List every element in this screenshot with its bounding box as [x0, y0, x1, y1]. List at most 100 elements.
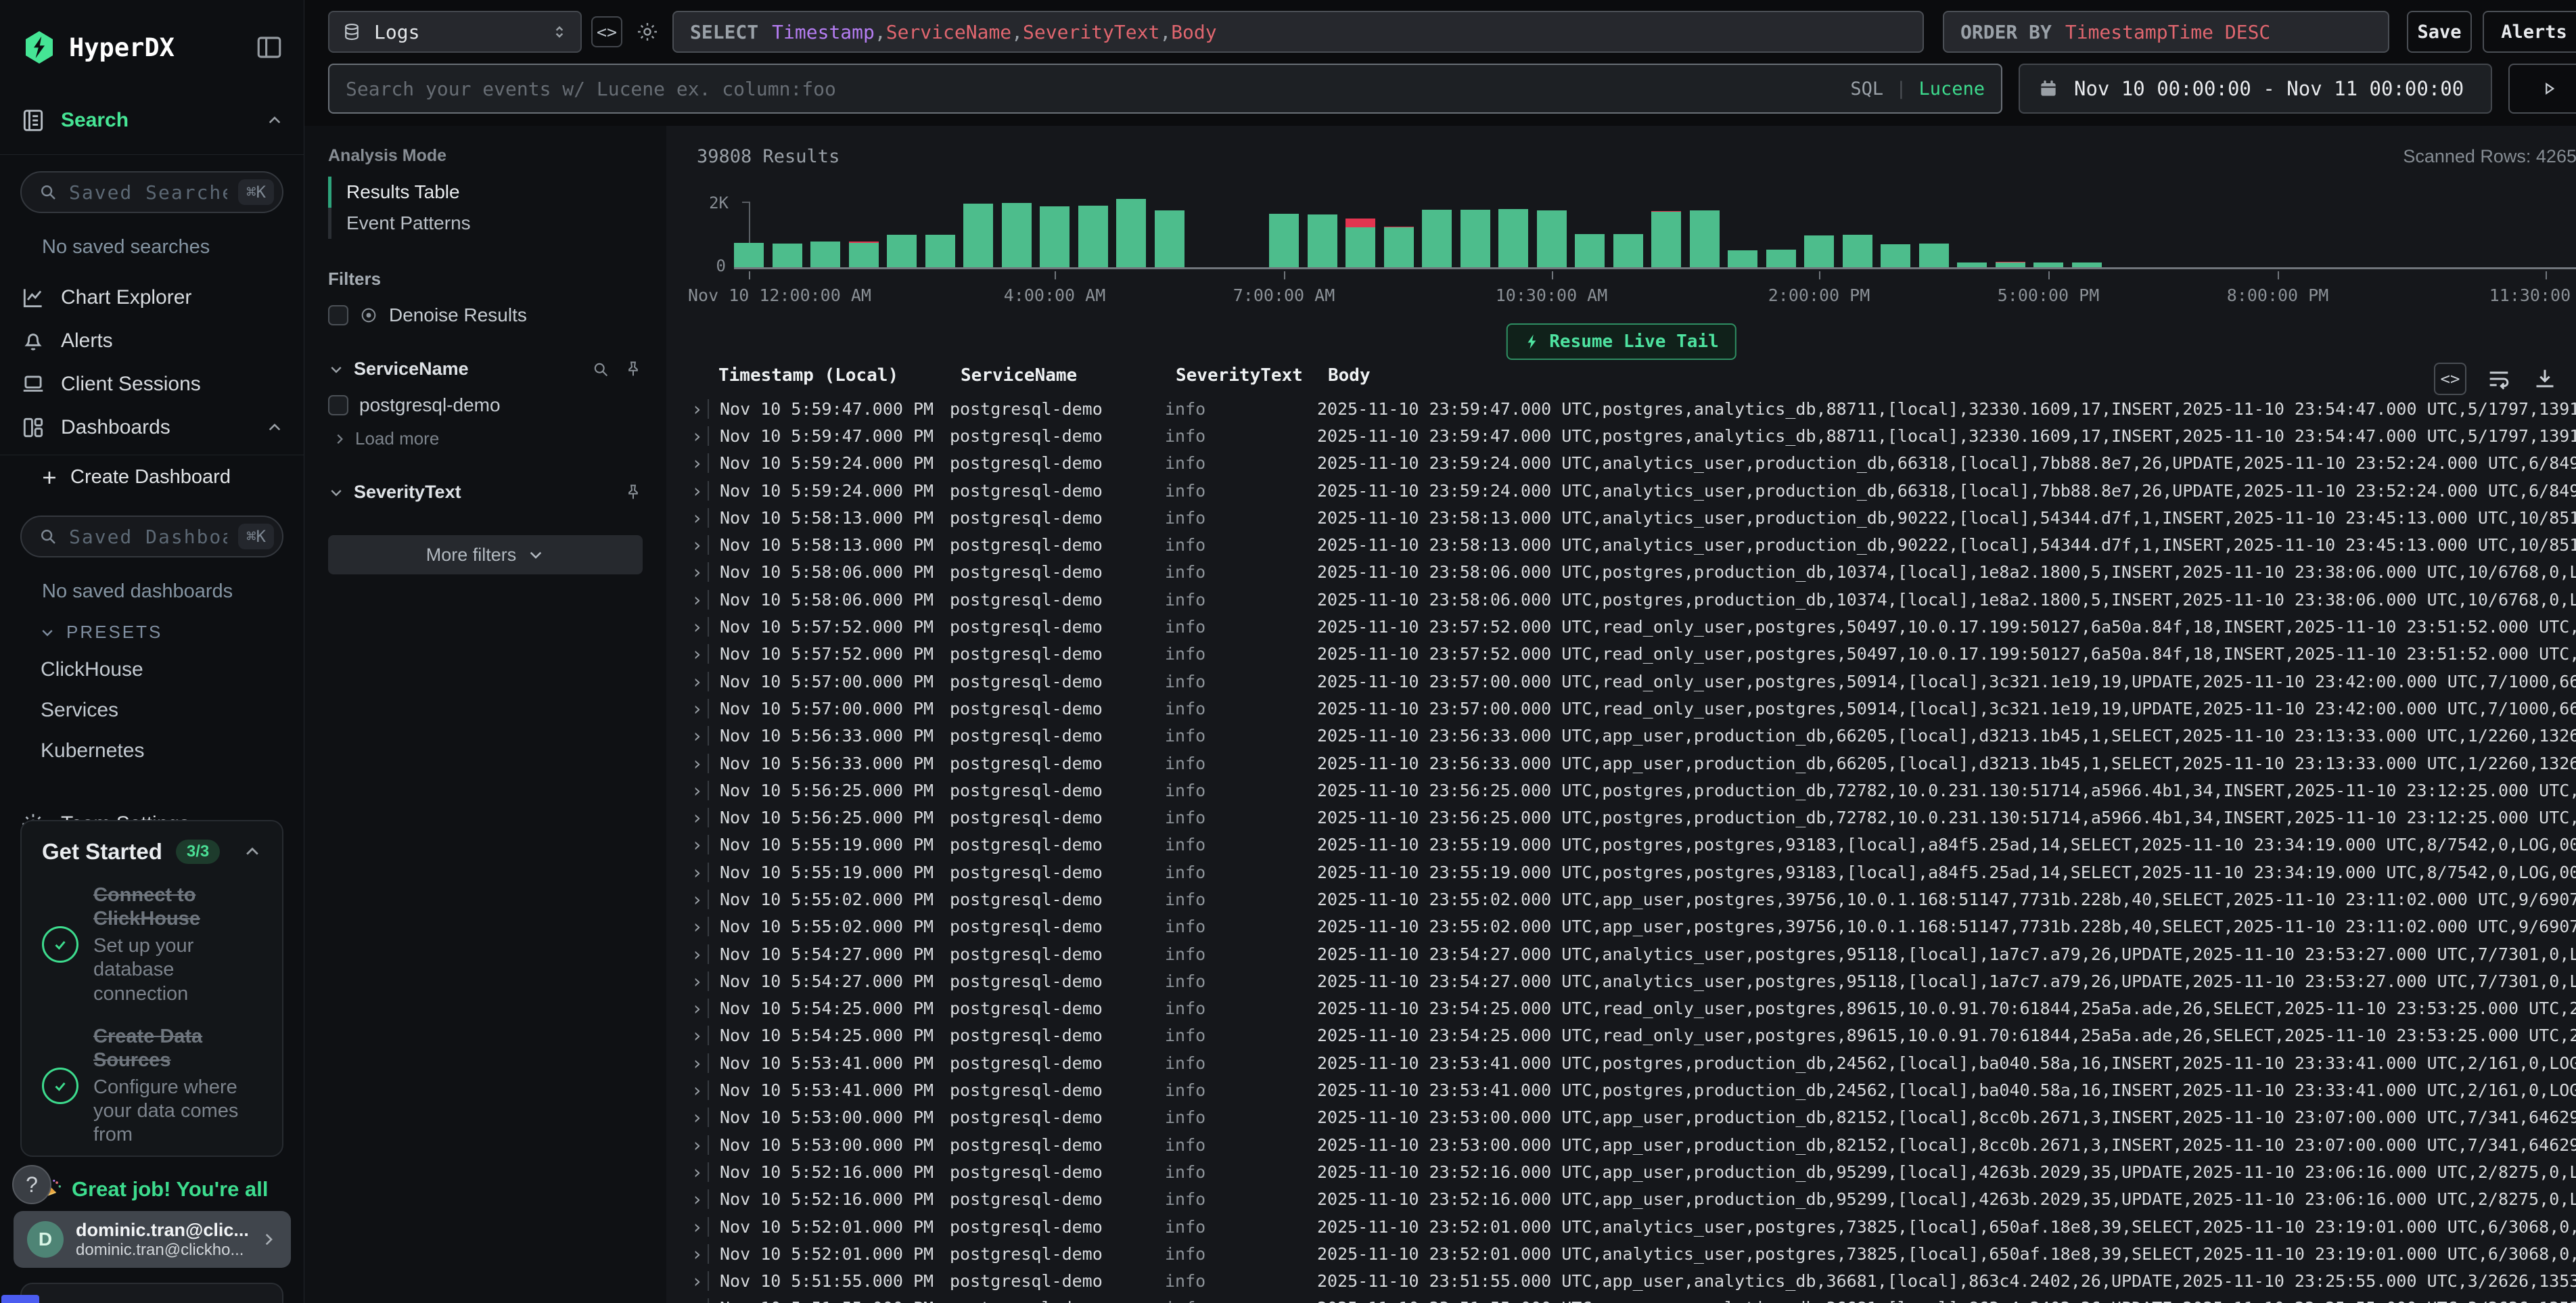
chart-bar[interactable] — [2033, 262, 2063, 267]
expand-row-chevron-icon[interactable]: › — [691, 1297, 708, 1303]
preset-item[interactable]: ClickHouse — [0, 649, 304, 690]
expand-row-chevron-icon[interactable]: › — [691, 452, 708, 474]
chart-bar[interactable] — [1040, 206, 1070, 267]
table-row[interactable]: ›Nov 10 5:57:52.000 PMpostgresql-demoinf… — [666, 641, 2576, 668]
chart-bar[interactable] — [1766, 250, 1796, 267]
saved-searches-input[interactable]: Saved Searches ⌘K — [20, 171, 283, 213]
chart-bar[interactable] — [1919, 244, 1949, 267]
expand-row-chevron-icon[interactable]: › — [691, 970, 708, 992]
table-row[interactable]: ›Nov 10 5:55:19.000 PMpostgresql-demoinf… — [666, 859, 2576, 886]
source-selector[interactable]: Logs — [328, 11, 582, 53]
chart-bar[interactable] — [1422, 210, 1452, 267]
date-range-picker[interactable]: Nov 10 00:00:00 - Nov 11 00:00:00 — [2019, 64, 2492, 114]
chart-bar[interactable] — [1881, 244, 1910, 267]
expand-row-chevron-icon[interactable]: › — [691, 997, 708, 1020]
expand-row-chevron-icon[interactable]: › — [691, 561, 708, 583]
table-row[interactable]: ›Nov 10 5:55:02.000 PMpostgresql-demoinf… — [666, 886, 2576, 913]
filter-group-servicename[interactable]: ServiceName — [328, 359, 643, 380]
expand-row-chevron-icon[interactable]: › — [691, 725, 708, 747]
table-row[interactable]: ›Nov 10 5:55:02.000 PMpostgresql-demoinf… — [666, 913, 2576, 940]
expand-row-chevron-icon[interactable]: › — [691, 752, 708, 775]
resume-live-tail-button[interactable]: Resume Live Tail — [1506, 323, 1736, 360]
sql-mode-toggle-button[interactable]: <> — [591, 16, 622, 47]
preset-item[interactable]: Services — [0, 690, 304, 731]
expand-row-chevron-icon[interactable]: › — [691, 398, 708, 420]
column-header-servicename[interactable]: ServiceName — [950, 365, 1165, 386]
table-row[interactable]: ›Nov 10 5:52:01.000 PMpostgresql-demoinf… — [666, 1240, 2576, 1267]
chart-bar[interactable] — [1996, 262, 2025, 267]
chart-bar[interactable] — [1308, 214, 1337, 267]
create-dashboard-button[interactable]: Create Dashboard — [0, 455, 304, 499]
chart-bar[interactable] — [1804, 235, 1834, 267]
filter-group-severitytext[interactable]: SeverityText — [328, 482, 643, 503]
expand-row-chevron-icon[interactable]: › — [691, 1270, 708, 1292]
table-row[interactable]: ›Nov 10 5:59:24.000 PMpostgresql-demoinf… — [666, 477, 2576, 504]
chart-bar[interactable] — [1728, 250, 1757, 267]
table-row[interactable]: ›Nov 10 5:53:00.000 PMpostgresql-demoinf… — [666, 1104, 2576, 1131]
expand-row-chevron-icon[interactable]: › — [691, 833, 708, 856]
expand-row-chevron-icon[interactable]: › — [691, 589, 708, 611]
get-started-step[interactable]: Create Data SourcesConfigure where your … — [42, 1025, 262, 1147]
table-row[interactable]: ›Nov 10 5:58:13.000 PMpostgresql-demoinf… — [666, 504, 2576, 531]
select-query-input[interactable]: SELECTTimestamp,ServiceName,SeverityText… — [672, 11, 1924, 53]
table-row[interactable]: ›Nov 10 5:58:06.000 PMpostgresql-demoinf… — [666, 559, 2576, 586]
alerts-button[interactable]: Alerts — [2483, 11, 2576, 53]
table-row[interactable]: ›Nov 10 5:54:27.000 PMpostgresql-demoinf… — [666, 940, 2576, 967]
expand-row-chevron-icon[interactable]: › — [691, 698, 708, 720]
table-row[interactable]: ›Nov 10 5:56:25.000 PMpostgresql-demoinf… — [666, 777, 2576, 804]
chart-bar[interactable] — [1575, 234, 1605, 267]
analysis-mode-option[interactable]: Results Table — [328, 177, 643, 208]
expand-row-chevron-icon[interactable]: › — [691, 1024, 708, 1047]
order-by-input[interactable]: ORDER BY TimestampTime DESC — [1943, 11, 2389, 53]
table-row[interactable]: ›Nov 10 5:52:01.000 PMpostgresql-demoinf… — [666, 1213, 2576, 1240]
query-settings-gear-icon[interactable] — [632, 16, 663, 47]
expand-row-chevron-icon[interactable]: › — [691, 534, 708, 556]
chart-bar[interactable] — [1537, 210, 1567, 267]
expand-row-chevron-icon[interactable]: › — [691, 1216, 708, 1238]
table-row[interactable]: ›Nov 10 5:51:55.000 PMpostgresql-demoinf… — [666, 1268, 2576, 1295]
wrap-lines-icon[interactable] — [2485, 365, 2512, 392]
help-button[interactable]: ? — [12, 1165, 51, 1204]
table-row[interactable]: ›Nov 10 5:56:33.000 PMpostgresql-demoinf… — [666, 750, 2576, 777]
expand-row-chevron-icon[interactable]: › — [691, 779, 708, 802]
load-more-button[interactable]: Load more — [332, 428, 643, 449]
chart-bar[interactable] — [734, 243, 764, 267]
sidebar-item-search[interactable]: Search — [0, 99, 304, 142]
collapse-sidebar-icon[interactable] — [255, 33, 283, 62]
table-row[interactable]: ›Nov 10 5:56:33.000 PMpostgresql-demoinf… — [666, 723, 2576, 750]
expand-row-chevron-icon[interactable]: › — [691, 1188, 708, 1210]
expand-row-chevron-icon[interactable]: › — [691, 670, 708, 693]
expand-row-chevron-icon[interactable]: › — [691, 806, 708, 829]
expand-row-chevron-icon[interactable]: › — [691, 1106, 708, 1128]
chart-plot[interactable]: 2K 0 — [734, 191, 2576, 269]
chart-bar[interactable] — [925, 235, 955, 267]
table-row[interactable]: ›Nov 10 5:58:06.000 PMpostgresql-demoinf… — [666, 586, 2576, 613]
get-started-header[interactable]: Get Started 3/3 — [42, 839, 262, 865]
chart-bar[interactable] — [1651, 211, 1681, 267]
chart-bar[interactable] — [1078, 206, 1108, 267]
chart-bar[interactable] — [1460, 210, 1490, 267]
pin-icon[interactable] — [624, 360, 643, 379]
sidebar-item-client-sessions[interactable]: Client Sessions — [0, 363, 304, 406]
table-row[interactable]: ›Nov 10 5:52:16.000 PMpostgresql-demoinf… — [666, 1158, 2576, 1185]
chart-bar[interactable] — [773, 244, 802, 267]
table-row[interactable]: ›Nov 10 5:57:00.000 PMpostgresql-demoinf… — [666, 695, 2576, 722]
expand-row-chevron-icon[interactable]: › — [691, 480, 708, 502]
expand-row-chevron-icon[interactable]: › — [691, 915, 708, 938]
expand-row-chevron-icon[interactable]: › — [691, 1052, 708, 1074]
chart-bar[interactable] — [2072, 262, 2102, 267]
search-input[interactable]: Search your events w/ Lucene ex. column:… — [328, 64, 2002, 114]
chart-bar[interactable] — [1269, 214, 1299, 267]
table-row[interactable]: ›Nov 10 5:52:16.000 PMpostgresql-demoinf… — [666, 1186, 2576, 1213]
table-row[interactable]: ›Nov 10 5:57:52.000 PMpostgresql-demoinf… — [666, 613, 2576, 640]
table-row[interactable]: ›Nov 10 5:59:47.000 PMpostgresql-demoinf… — [666, 395, 2576, 422]
chart-bar[interactable] — [810, 242, 840, 267]
table-row[interactable]: ›Nov 10 5:54:25.000 PMpostgresql-demoinf… — [666, 995, 2576, 1022]
expand-row-chevron-icon[interactable]: › — [691, 643, 708, 665]
raw-mode-icon[interactable]: <> — [2434, 363, 2466, 395]
table-row[interactable]: ›Nov 10 5:51:55.000 PMpostgresql-demoinf… — [666, 1295, 2576, 1303]
chart-bar[interactable] — [1155, 210, 1184, 267]
column-header-severitytext[interactable]: SeverityText — [1165, 365, 1317, 386]
table-row[interactable]: ›Nov 10 5:55:19.000 PMpostgresql-demoinf… — [666, 831, 2576, 859]
get-started-step[interactable]: Connect to ClickHouseSet up your databas… — [42, 884, 262, 1006]
